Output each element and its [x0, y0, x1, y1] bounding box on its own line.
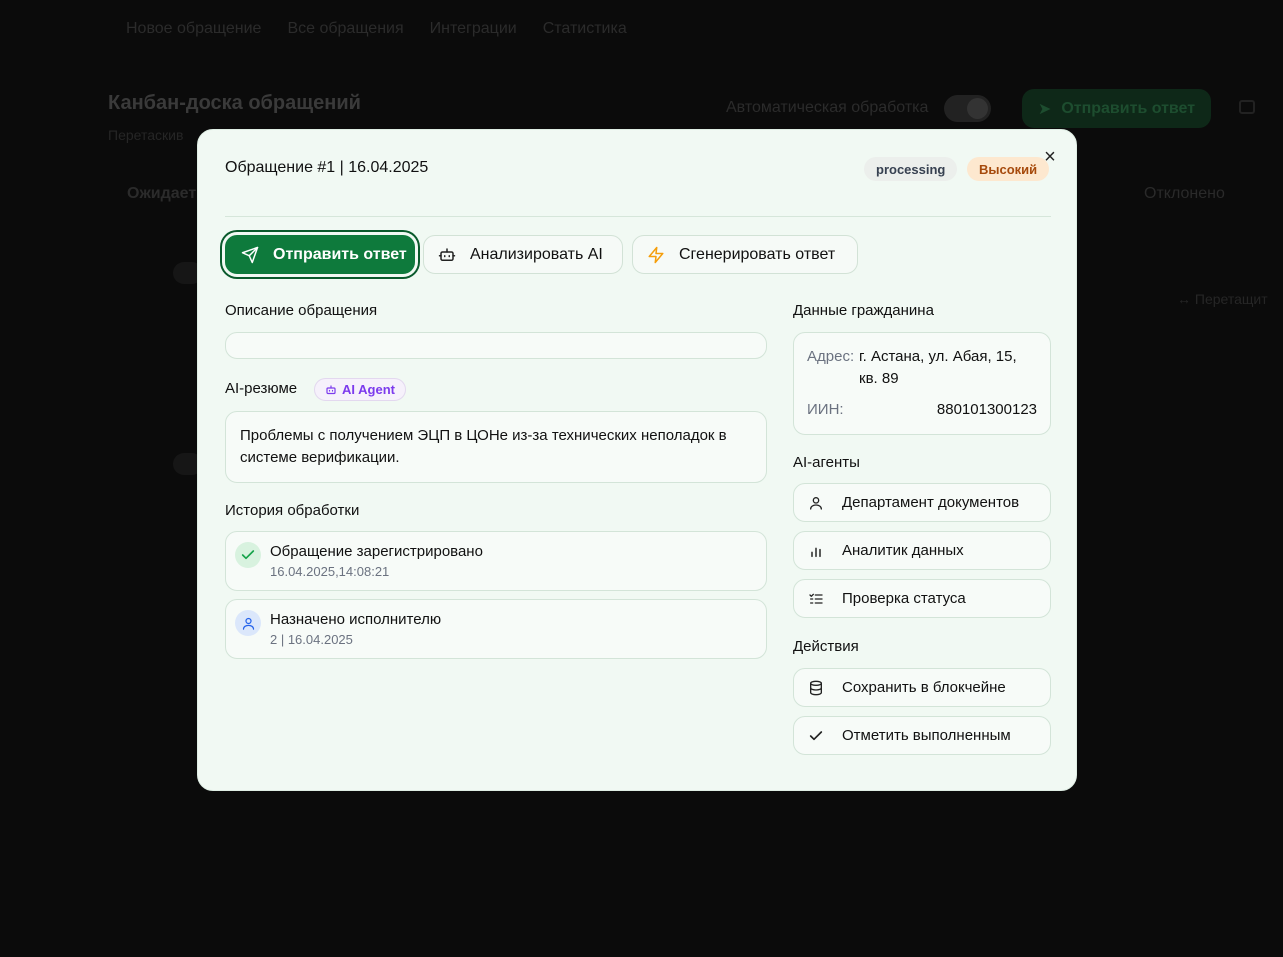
robot-icon — [325, 384, 337, 396]
close-icon[interactable]: × — [1041, 147, 1059, 167]
drag-hint: ↔ Перетащит — [1177, 291, 1268, 307]
address-key: Адрес: — [807, 348, 855, 365]
save-blockchain-button[interactable]: Сохранить в блокчейне — [793, 668, 1051, 707]
robot-icon[interactable] — [1239, 100, 1255, 114]
analyze-ai-label: Анализировать AI — [470, 245, 603, 263]
divider — [225, 216, 1051, 217]
generate-response-label: Сгенерировать ответ — [679, 245, 836, 263]
column-header-waiting: Ожидает — [127, 185, 197, 202]
user-icon — [808, 495, 824, 511]
agent-analyst-button[interactable]: Аналитик данных — [793, 531, 1051, 570]
address-line-2: кв. 89 — [859, 370, 899, 387]
page-subtitle: Перетаскив — [108, 127, 184, 143]
checklist-icon — [808, 591, 824, 607]
modal-title: Обращение #1 | 16.04.2025 — [225, 159, 429, 176]
description-label: Описание обращения — [225, 302, 378, 319]
nav-all-requests[interactable]: Все обращения — [287, 20, 403, 38]
agents-label: AI-агенты — [793, 454, 860, 471]
agent-status-check-button[interactable]: Проверка статуса — [793, 579, 1051, 618]
history-item-title: Назначено исполнителю — [270, 611, 442, 628]
nav-statistics[interactable]: Статистика — [543, 20, 627, 38]
ai-agent-chip-label: AI Agent — [342, 382, 395, 397]
summary-label: AI-резюме — [225, 380, 298, 397]
iin-value: 880101300123 — [936, 401, 1037, 418]
description-field[interactable] — [225, 332, 767, 359]
agent-analyst-label: Аналитик данных — [842, 542, 964, 559]
send-response-button[interactable]: Отправить ответ — [225, 235, 415, 274]
mark-done-label: Отметить выполненным — [842, 727, 1011, 744]
user-icon — [235, 610, 261, 636]
history-item-title: Обращение зарегистрировано — [270, 543, 483, 560]
history-label: История обработки — [225, 502, 360, 519]
header-send-label: Отправить ответ — [1061, 99, 1196, 117]
column-header-rejected: Отклонено — [1144, 185, 1225, 202]
header-send-button[interactable]: ➤ Отправить ответ — [1022, 89, 1211, 128]
agent-documents-button[interactable]: Департамент документов — [793, 483, 1051, 522]
check-icon — [808, 728, 824, 744]
page-title: Канбан-доска обращений — [108, 92, 361, 114]
history-item-time: 2 | 16.04.2025 — [270, 632, 353, 647]
citizen-label: Данные гражданина — [793, 302, 934, 319]
nav-integrations[interactable]: Интеграции — [430, 20, 517, 38]
save-blockchain-label: Сохранить в блокчейне — [842, 679, 1006, 696]
citizen-card: Адрес: г. Астана, ул. Абая, 15, кв. 89 И… — [793, 332, 1051, 435]
auto-processing-label: Автоматическая обработка — [726, 99, 929, 116]
robot-icon — [438, 246, 456, 264]
actions-label: Действия — [793, 638, 859, 655]
agent-status-check-label: Проверка статуса — [842, 590, 966, 607]
analyze-ai-button[interactable]: Анализировать AI — [423, 235, 623, 274]
generate-response-button[interactable]: Сгенерировать ответ — [632, 235, 858, 274]
send-icon — [241, 246, 259, 264]
ai-summary-text: Проблемы с получением ЭЦП в ЦОНе из-за т… — [225, 411, 767, 483]
agent-documents-label: Департамент документов — [842, 494, 1020, 511]
history-item: Обращение зарегистрировано 16.04.2025,14… — [225, 531, 767, 591]
database-icon — [808, 680, 824, 696]
address-line-1: г. Астана, ул. Абая, 15, — [859, 348, 1017, 365]
priority-badge: Высокий — [967, 157, 1050, 181]
send-response-label: Отправить ответ — [273, 245, 407, 263]
auto-processing-toggle[interactable] — [944, 95, 991, 122]
send-icon: ➤ — [1037, 100, 1052, 118]
nav-new-request[interactable]: Новое обращение — [126, 20, 261, 38]
history-item: Назначено исполнителю 2 | 16.04.2025 — [225, 599, 767, 659]
status-badge: processing — [864, 157, 958, 181]
request-modal: Обращение #1 | 16.04.2025 processing Выс… — [197, 129, 1077, 791]
lightning-icon — [647, 246, 665, 264]
history-item-time: 16.04.2025,14:08:21 — [270, 564, 390, 579]
mark-done-button[interactable]: Отметить выполненным — [793, 716, 1051, 755]
bar-chart-icon — [808, 543, 824, 559]
ai-agent-chip: AI Agent — [314, 378, 406, 401]
check-icon — [235, 542, 261, 568]
iin-key: ИИН: — [807, 401, 844, 418]
top-nav: Новое обращение Все обращения Интеграции… — [126, 20, 627, 38]
